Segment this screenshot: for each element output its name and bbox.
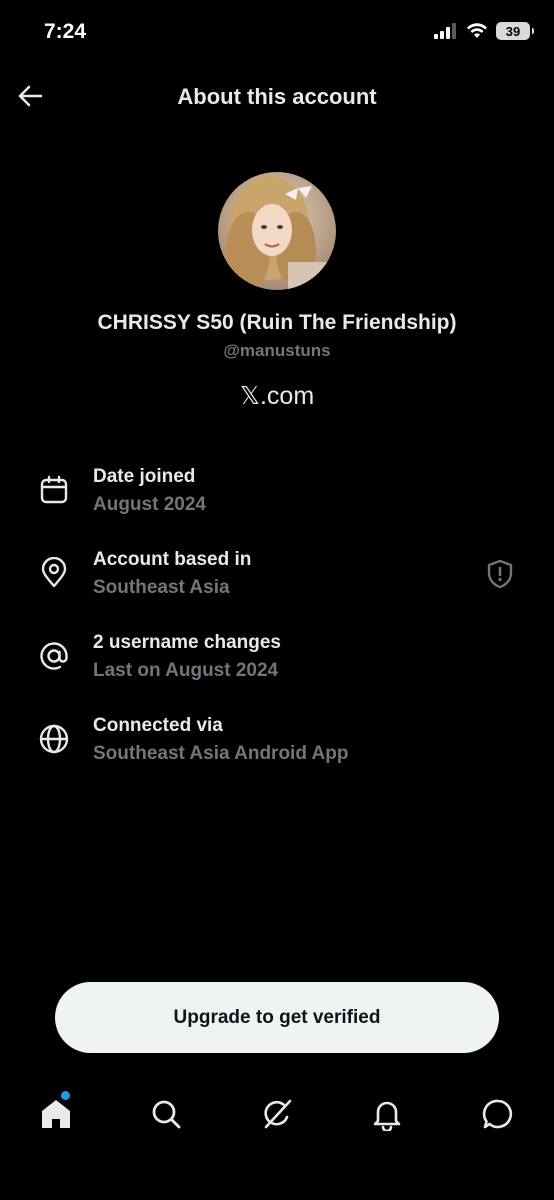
info-title: Date joined xyxy=(93,466,196,487)
bottom-tab-bar xyxy=(0,1082,554,1146)
at-sign-icon xyxy=(40,642,68,670)
status-time: 7:24 xyxy=(44,20,87,43)
username-handle: @manustuns xyxy=(223,341,331,360)
status-bar: 7:24 39 xyxy=(0,0,554,66)
avatar xyxy=(218,172,336,290)
notification-dot xyxy=(61,1091,70,1100)
wifi-icon xyxy=(467,23,487,38)
info-value: Southeast Asia xyxy=(93,577,230,598)
info-title: Connected via xyxy=(93,715,223,736)
messages-icon xyxy=(482,1099,513,1129)
info-row-account-based: Account based in Southeast Asia xyxy=(0,545,554,628)
info-value: August 2024 xyxy=(93,494,206,515)
info-row-username-changes: 2 username changes Last on August 2024 xyxy=(0,628,554,711)
tab-home[interactable] xyxy=(24,1082,88,1146)
header: About this account xyxy=(0,66,554,130)
tab-grok[interactable] xyxy=(245,1082,309,1146)
display-name: CHRISSY S50 (Ruin The Friendship) xyxy=(97,311,457,334)
account-info-list: Date joined August 2024 Account based in… xyxy=(0,462,554,794)
site-name: 𝕏.com xyxy=(239,382,315,410)
home-icon xyxy=(42,1100,70,1128)
info-title: Account based in xyxy=(93,549,252,570)
battery-indicator: 39 xyxy=(496,22,534,40)
tab-messages[interactable] xyxy=(466,1082,530,1146)
tab-search[interactable] xyxy=(134,1082,198,1146)
shield-icon[interactable] xyxy=(484,558,516,590)
signal-icon xyxy=(434,23,456,39)
info-row-date-joined: Date joined August 2024 xyxy=(0,462,554,545)
info-value: Southeast Asia Android App xyxy=(93,743,349,764)
avatar-image xyxy=(218,172,336,290)
status-icons: 39 xyxy=(434,22,534,40)
calendar-icon xyxy=(40,475,68,504)
info-title: 2 username changes xyxy=(93,632,281,653)
upgrade-verified-button[interactable]: Upgrade to get verified xyxy=(55,982,499,1053)
search-icon xyxy=(152,1100,181,1129)
notifications-icon xyxy=(373,1101,401,1131)
tab-notifications[interactable] xyxy=(355,1082,419,1146)
globe-icon xyxy=(39,724,69,754)
page-title: About this account xyxy=(177,84,377,109)
grok-icon xyxy=(264,1099,292,1129)
location-pin-icon xyxy=(41,557,67,588)
info-row-connected-via: Connected via Southeast Asia Android App xyxy=(0,711,554,794)
info-value: Last on August 2024 xyxy=(93,660,279,681)
